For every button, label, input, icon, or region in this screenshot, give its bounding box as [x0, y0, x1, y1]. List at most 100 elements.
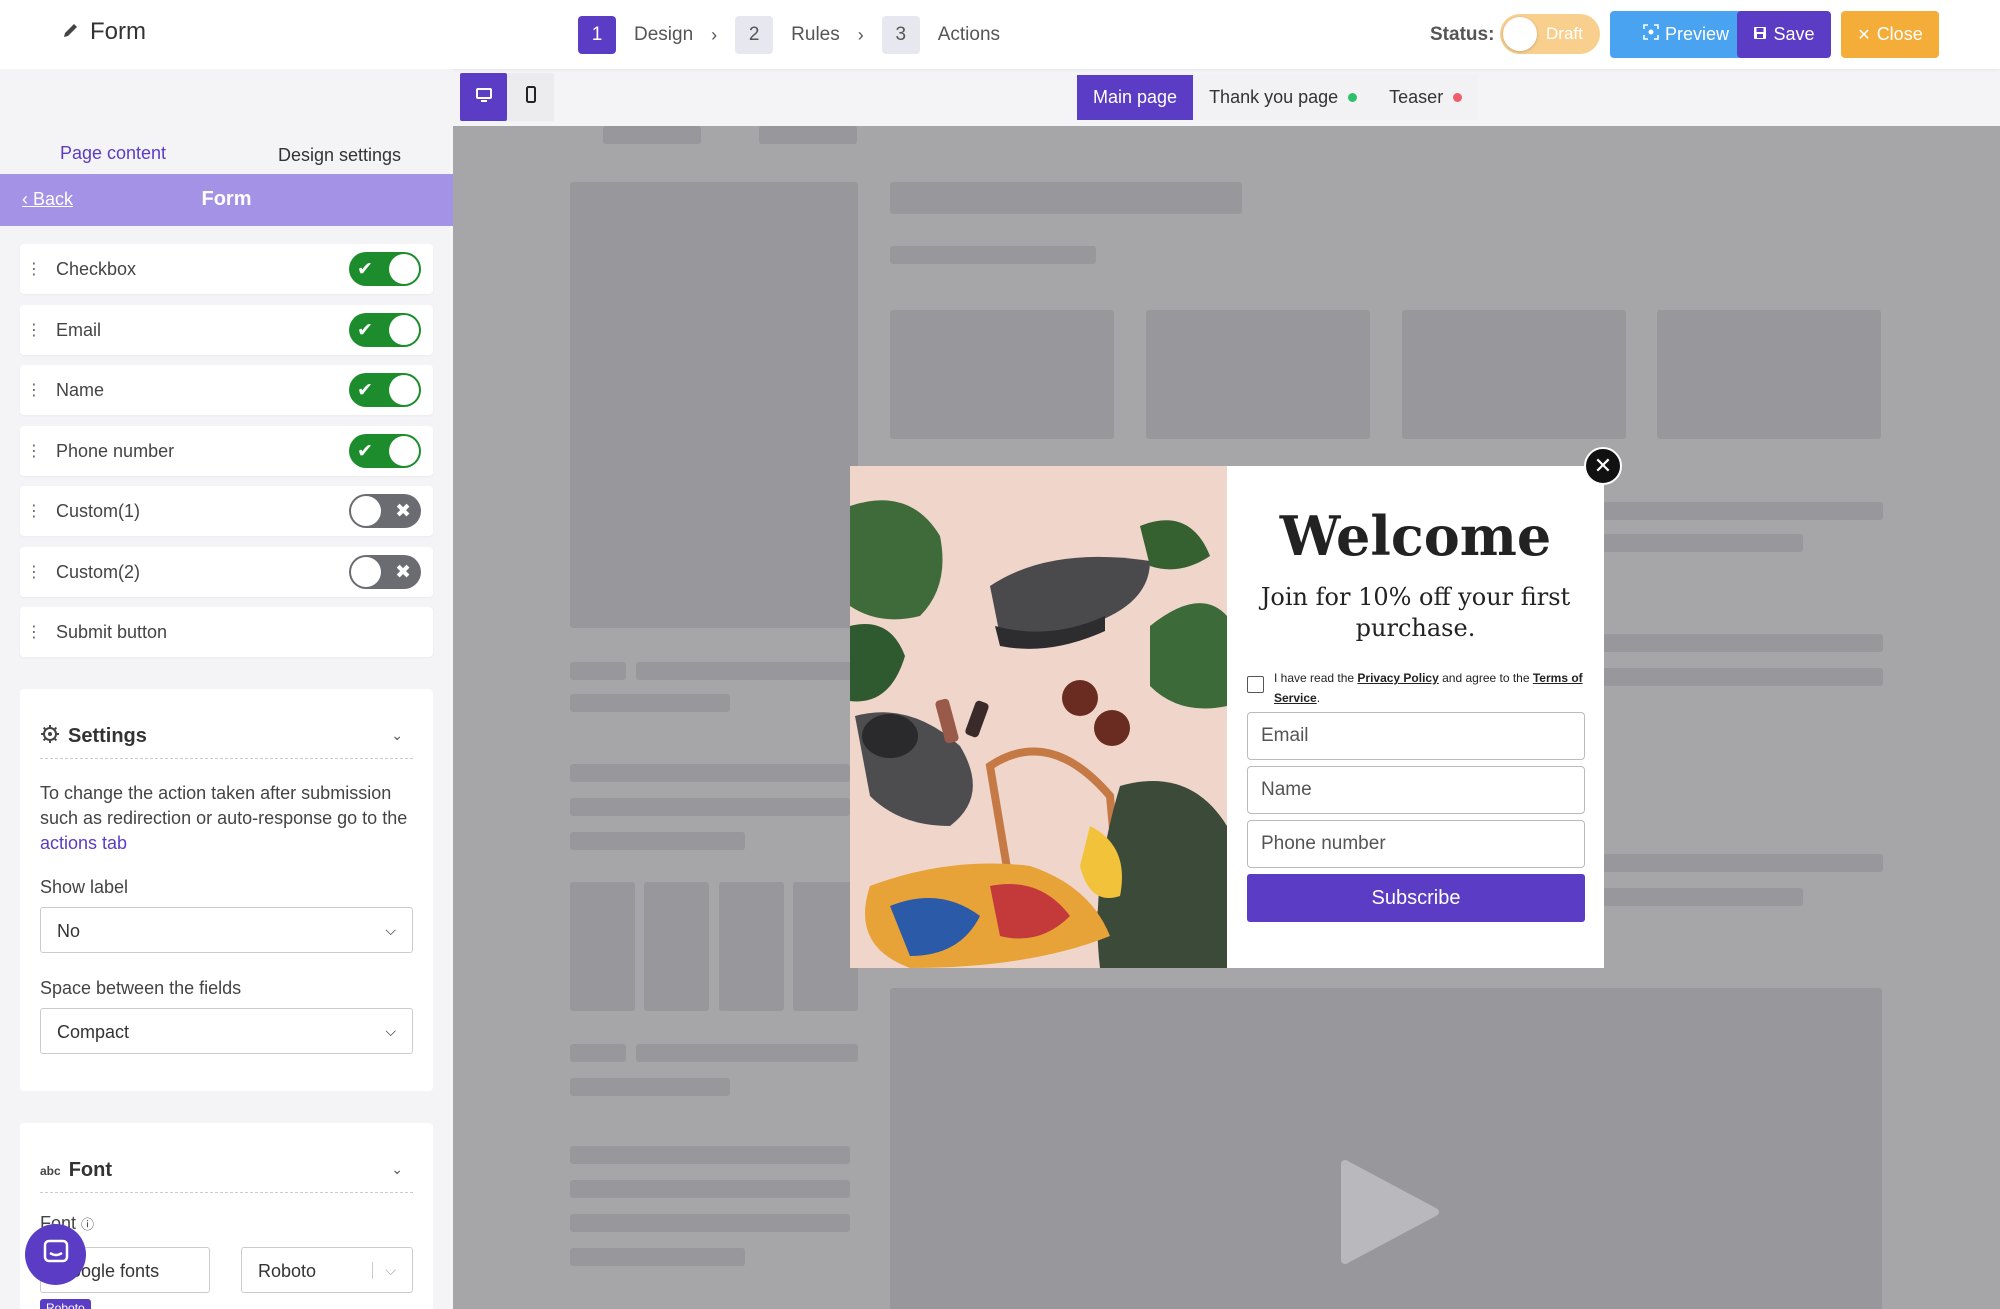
toggle-knob [389, 315, 419, 345]
field-row-email[interactable]: ⋮ Email ✔ [20, 305, 433, 355]
toggle-knob [389, 254, 419, 284]
field-row-name[interactable]: ⋮ Name ✔ [20, 365, 433, 415]
skeleton-block [1603, 668, 1883, 686]
skeleton-block [570, 1248, 745, 1266]
step-actions[interactable]: Actions [938, 24, 1000, 46]
email-placeholder: Email [1261, 725, 1309, 746]
form-title-text: Form [90, 18, 146, 45]
chevron-down-icon[interactable]: ⌄ [391, 1161, 403, 1178]
phone-placeholder: Phone number [1261, 833, 1386, 854]
skeleton-block [1402, 310, 1626, 439]
phone-field[interactable]: Phone number [1247, 820, 1585, 868]
drag-handle-icon[interactable]: ⋮ [26, 380, 42, 400]
field-row-custom-1[interactable]: ⋮ Custom(1) ✖ [20, 486, 433, 536]
skeleton-block [570, 832, 745, 850]
field-row-checkbox[interactable]: ⋮ Checkbox ✔ [20, 244, 433, 294]
field-row-phone[interactable]: ⋮ Phone number ✔ [20, 426, 433, 476]
field-row-custom-2[interactable]: ⋮ Custom(2) ✖ [20, 547, 433, 597]
step-design[interactable]: Design [634, 24, 693, 46]
popup-hero-image [850, 466, 1227, 968]
tab-label: Teaser [1389, 87, 1444, 107]
actions-tab-link[interactable]: actions tab [40, 833, 127, 853]
field-toggle[interactable]: ✔ [349, 252, 421, 286]
skeleton-block [570, 1078, 730, 1096]
close-icon: ✕ [1857, 26, 1871, 44]
tab-thank-you-page[interactable]: Thank you page [1193, 75, 1373, 120]
drag-handle-icon[interactable]: ⋮ [26, 622, 42, 642]
name-field[interactable]: Name [1247, 766, 1585, 814]
skeleton-block [1603, 854, 1883, 872]
drag-handle-icon[interactable]: ⋮ [26, 501, 42, 521]
space-label: Space between the fields [40, 978, 242, 998]
font-panel: abc Font ⌄ Font ⓘ Google fonts Roboto ⌵ … [20, 1123, 433, 1309]
field-toggle[interactable]: ✖ [349, 494, 421, 528]
drag-handle-icon[interactable]: ⋮ [26, 259, 42, 279]
skeleton-block [1657, 310, 1881, 439]
skeleton-block [759, 126, 857, 144]
help-text: To change the action taken after submiss… [40, 783, 408, 828]
field-toggle[interactable]: ✖ [349, 555, 421, 589]
skeleton-block [719, 882, 784, 1011]
skeleton-block [1603, 634, 1883, 652]
skeleton-block [570, 1146, 850, 1164]
consent-mid: and agree to the [1438, 671, 1533, 685]
drag-handle-icon[interactable]: ⋮ [26, 562, 42, 582]
x-icon: ✖ [395, 562, 411, 583]
font-header[interactable]: abc Font ⌄ [40, 1149, 413, 1193]
popup-close-icon[interactable]: ✕ [1584, 447, 1622, 485]
toggle-knob [1503, 17, 1537, 51]
floppy-icon [1753, 24, 1767, 45]
subscribe-button[interactable]: Subscribe [1247, 874, 1585, 922]
settings-header[interactable]: Settings ⌄ [40, 715, 413, 759]
step-rules[interactable]: Rules [791, 24, 840, 46]
chevron-down-icon: ⌵ [372, 1262, 396, 1279]
tab-label: Main page [1093, 87, 1178, 107]
skeleton-block [890, 310, 1114, 439]
tab-main-page[interactable]: Main page [1077, 75, 1194, 120]
privacy-policy-link[interactable]: Privacy Policy [1357, 671, 1438, 685]
skeleton-block [570, 662, 626, 680]
field-toggle[interactable]: ✔ [349, 373, 421, 407]
skeleton-block [570, 882, 635, 1011]
chat-widget-button[interactable] [25, 1224, 86, 1285]
status-toggle[interactable]: Draft [1500, 14, 1600, 54]
field-toggle[interactable]: ✔ [349, 313, 421, 347]
skeleton-block [1603, 888, 1803, 906]
close-button[interactable]: ✕ Close [1841, 11, 1939, 58]
save-button[interactable]: Save [1737, 11, 1831, 58]
desktop-view-button[interactable] [460, 73, 507, 121]
status-dot [1348, 93, 1358, 102]
skeleton-block [890, 246, 1096, 264]
save-label: Save [1773, 24, 1815, 44]
gear-icon [40, 724, 60, 749]
font-family-select[interactable]: Roboto ⌵ [241, 1247, 413, 1293]
tab-teaser[interactable]: Teaser [1373, 75, 1478, 120]
consent-checkbox[interactable] [1247, 676, 1264, 693]
help-icon[interactable]: ⓘ [81, 1217, 94, 1232]
step-1-number[interactable]: 1 [578, 16, 616, 54]
toggle-knob [351, 557, 381, 587]
drag-handle-icon[interactable]: ⋮ [26, 441, 42, 461]
font-icon: abc [40, 1163, 61, 1178]
play-icon [1335, 1160, 1439, 1269]
mobile-view-button[interactable] [507, 73, 554, 121]
sidebar: Page content Design settings ‹ Back Form… [0, 69, 453, 1309]
email-field[interactable]: Email [1247, 712, 1585, 760]
field-toggle[interactable]: ✔ [349, 434, 421, 468]
skeleton-block [570, 798, 850, 816]
field-row-submit[interactable]: ⋮ Submit button [20, 607, 433, 657]
settings-panel: Settings ⌄ To change the action taken af… [20, 689, 433, 1091]
status-value: Draft [1546, 24, 1583, 43]
field-spacing-select[interactable]: Compact ⌵ [40, 1008, 413, 1054]
step-2-number[interactable]: 2 [735, 16, 774, 54]
show-label-label: Show label [40, 877, 129, 897]
font-badge: Roboto [40, 1299, 91, 1309]
step-3-number[interactable]: 3 [881, 16, 920, 54]
show-label-select[interactable]: No ⌵ [40, 907, 413, 953]
consent-suffix: . [1316, 691, 1321, 705]
chevron-down-icon[interactable]: ⌄ [391, 727, 403, 744]
drag-handle-icon[interactable]: ⋮ [26, 320, 42, 340]
field-label: Phone number [56, 441, 175, 461]
toggle-knob [351, 496, 381, 526]
form-title: Form [62, 18, 146, 46]
